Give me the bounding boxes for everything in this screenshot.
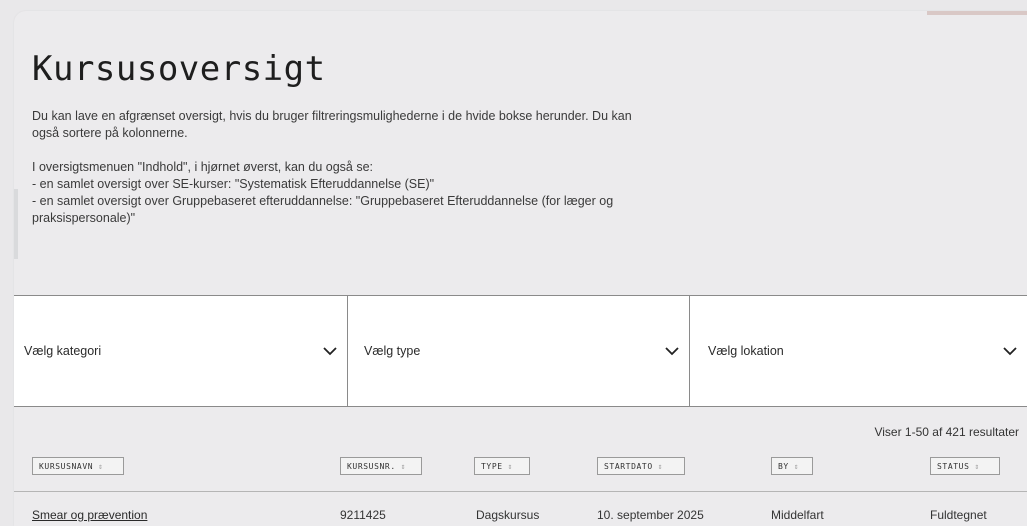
table-row: Smear og prævention 9211425 Dagskursus 1… (14, 491, 1027, 526)
sort-icon: ⇕ (974, 461, 980, 471)
column-header-label: STATUS (937, 461, 970, 471)
course-name-link[interactable]: Smear og prævention (32, 508, 147, 522)
sort-kursusnr-button[interactable]: KURSUSNR. ⇕ (340, 457, 422, 475)
menu-note-line: - en samlet oversigt over SE-kurser: "Sy… (32, 177, 435, 191)
category-filter[interactable]: Vælg kategori (14, 296, 348, 406)
sort-status-button[interactable]: STATUS ⇕ (930, 457, 1000, 475)
sort-startdato-button[interactable]: STARTDATO ⇕ (597, 457, 685, 475)
table-header: KURSUSNAVN ⇕ KURSUSNR. ⇕ TYPE ⇕ STARTDAT… (14, 457, 1027, 487)
intro-line: også sortere på kolonnerne. (32, 126, 188, 140)
intro-line: Du kan lave en afgrænset oversigt, hvis … (32, 109, 632, 123)
sort-kursusnavn-button[interactable]: KURSUSNAVN ⇕ (32, 457, 124, 475)
sort-by-button[interactable]: BY ⇕ (771, 457, 813, 475)
menu-note-line: I oversigtsmenuen "Indhold", i hjørnet ø… (32, 160, 373, 174)
menu-note-line: - en samlet oversigt over Gruppebaseret … (32, 194, 614, 208)
sort-icon: ⇕ (507, 461, 514, 471)
location-filter-label: Vælg lokation (708, 344, 784, 358)
sort-icon: ⇕ (98, 461, 104, 471)
column-header-label: KURSUSNAVN (39, 461, 94, 471)
sort-icon: ⇕ (400, 461, 407, 471)
filter-bar: Vælg kategori Vælg type Vælg lokation (14, 295, 1027, 407)
status-cell: Fuldtegnet (930, 508, 987, 522)
start-date-cell: 10. september 2025 (597, 508, 704, 522)
type-filter-label: Vælg type (364, 344, 421, 358)
sort-icon: ⇕ (657, 461, 664, 471)
course-number-cell: 9211425 (340, 508, 386, 522)
intro-text: Du kan lave en afgrænset oversigt, hvis … (32, 108, 772, 227)
page-title: Kursusoversigt (32, 49, 326, 89)
city-cell: Middelfart (771, 508, 824, 522)
column-header-label: BY (778, 461, 789, 471)
column-header-label: KURSUSNR. (347, 461, 396, 471)
course-name-cell: Smear og prævention (32, 508, 147, 522)
type-filter[interactable]: Vælg type (348, 296, 690, 406)
course-overview-panel: Kursusoversigt Du kan lave en afgrænset … (14, 11, 1027, 526)
column-header-label: TYPE (481, 461, 503, 471)
chevron-down-icon (1003, 346, 1017, 355)
menu-note-line: praksispersonale)" (32, 211, 136, 225)
sort-icon: ⇕ (793, 461, 800, 471)
chevron-down-icon (323, 346, 337, 355)
course-type-cell: Dagskursus (476, 508, 540, 522)
results-count: Viser 1-50 af 421 resultater (874, 425, 1019, 439)
left-accent-bar (14, 189, 18, 259)
column-header-label: STARTDATO (604, 461, 653, 471)
sort-type-button[interactable]: TYPE ⇕ (474, 457, 530, 475)
chevron-down-icon (665, 346, 679, 355)
location-filter[interactable]: Vælg lokation (690, 296, 1027, 406)
category-filter-label: Vælg kategori (24, 344, 102, 358)
top-accent-bar (927, 11, 1027, 15)
